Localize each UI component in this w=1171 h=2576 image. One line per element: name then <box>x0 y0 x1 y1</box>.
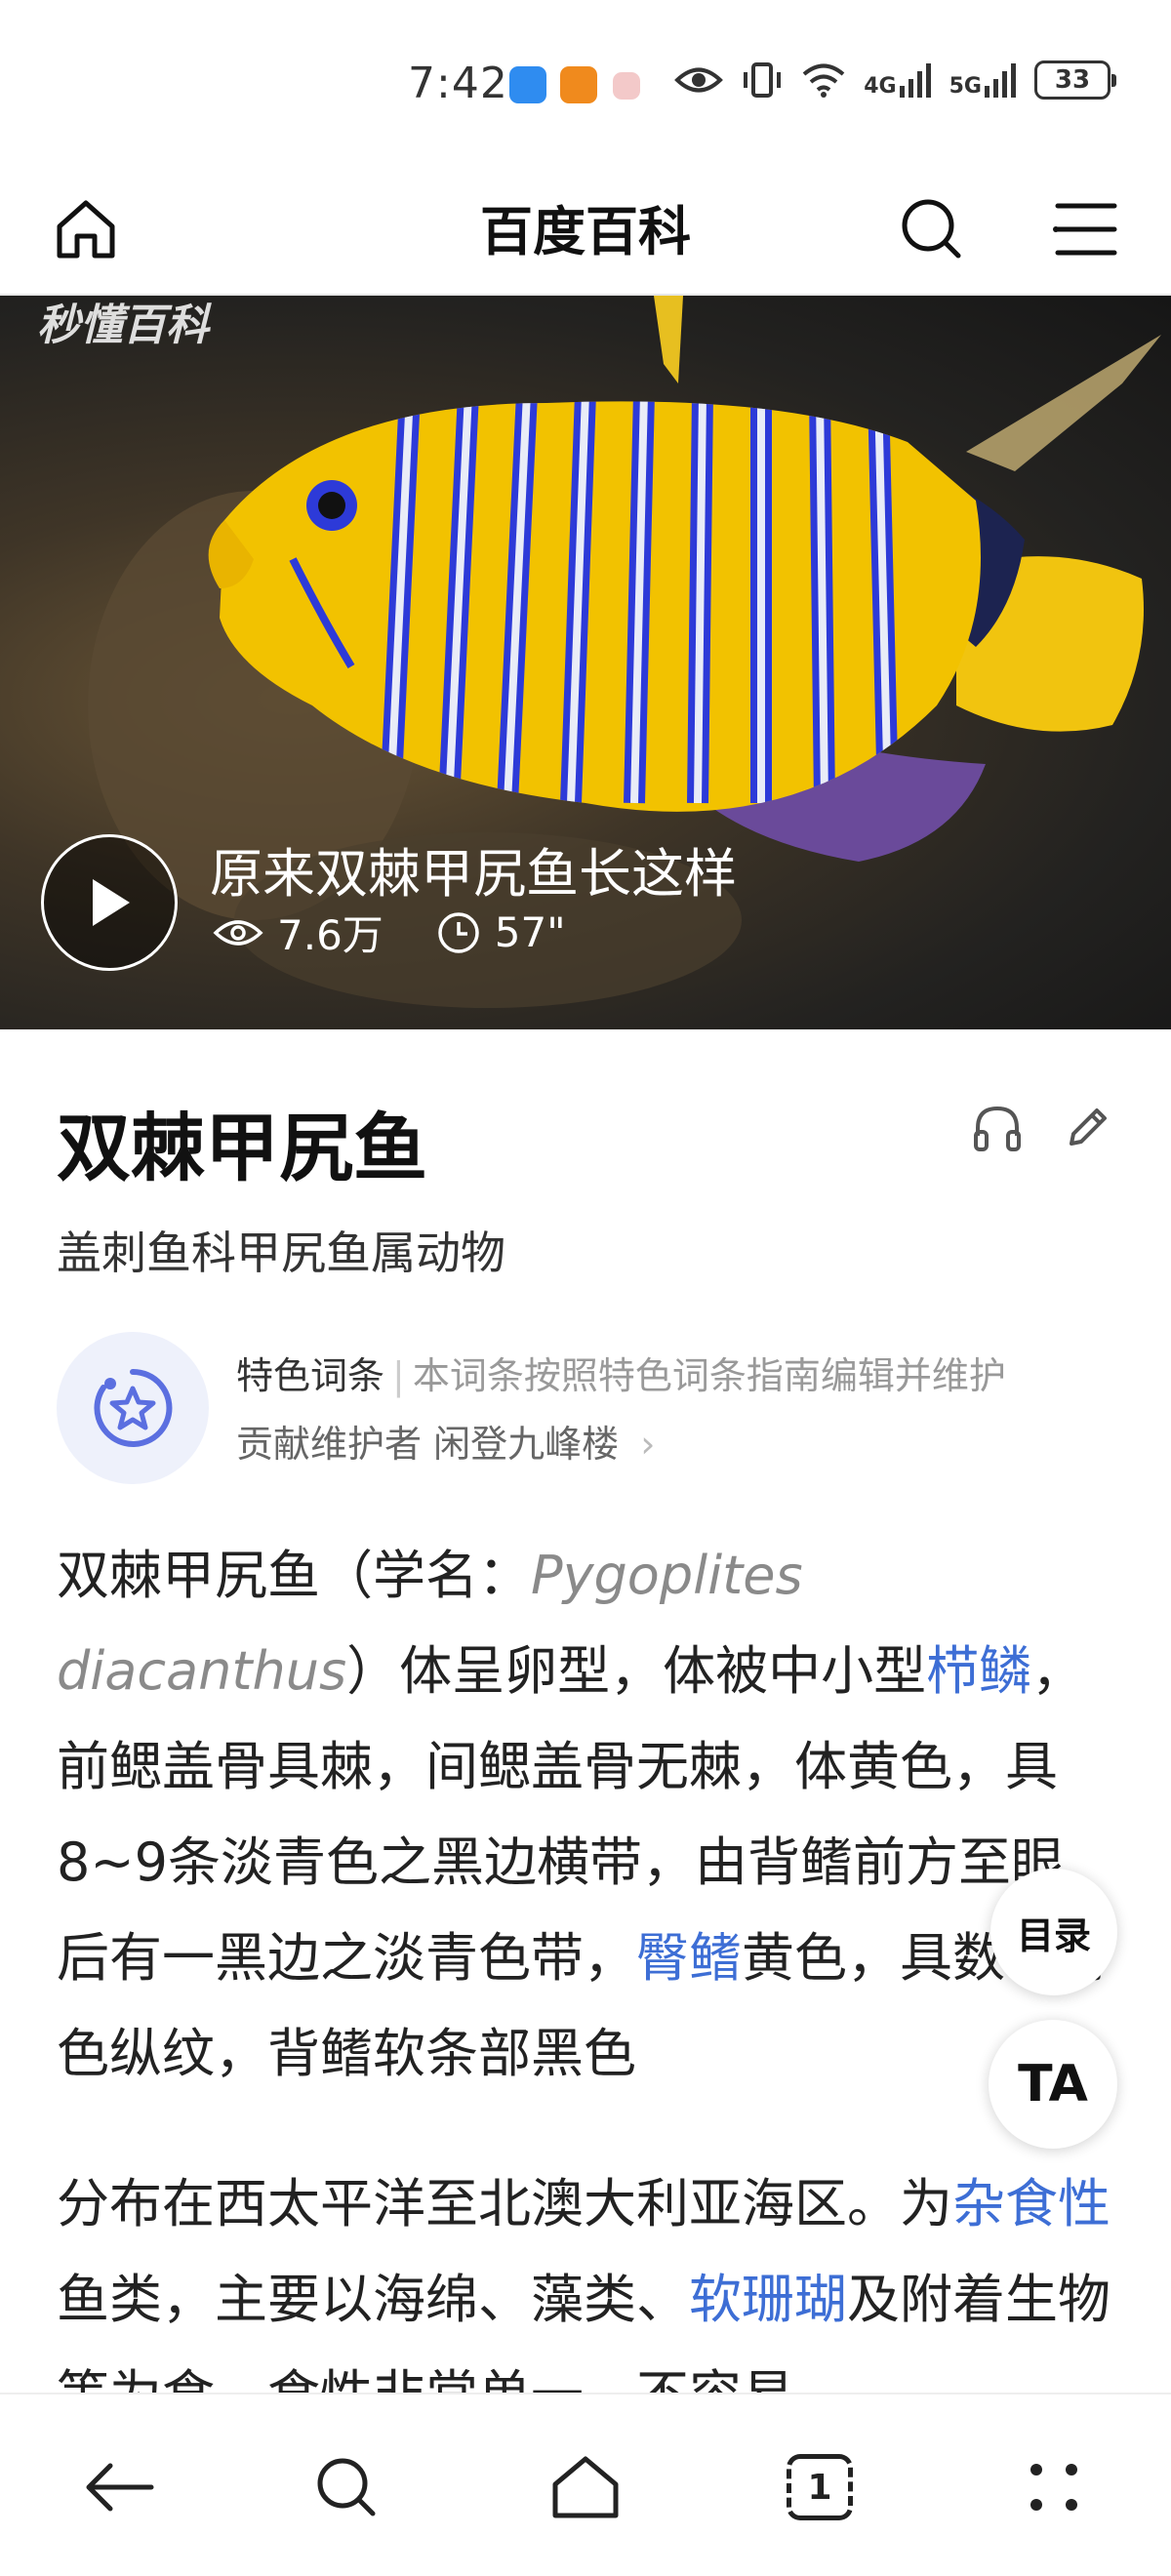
play-button[interactable] <box>41 834 178 971</box>
video-title: 原来双棘甲尻鱼长这样 <box>210 843 737 905</box>
toc-button[interactable]: 目录 <box>990 1869 1117 1995</box>
maintainer-name[interactable]: 闲登九峰楼 <box>433 1423 619 1466</box>
more-dots-icon <box>1030 2464 1077 2511</box>
paragraph-text: 鱼类，主要以海绵、藻类、 <box>57 2269 689 2330</box>
wifi-icon <box>802 63 845 98</box>
search-icon <box>902 199 961 259</box>
tabs-icon: 1 <box>787 2454 853 2520</box>
maintainer-prefix: 贡献维护者 <box>236 1423 423 1466</box>
status-right-group: 4G 5G 33 <box>674 60 1116 100</box>
star-badge-icon <box>94 1368 173 1447</box>
paragraph-text: 分布在西太平洋至北澳大利亚海区。为 <box>57 2173 952 2234</box>
views-eye-icon <box>213 919 263 946</box>
back-button[interactable] <box>64 2434 172 2541</box>
article-paragraph-1: 双棘甲尻鱼（学名：Pygoplites diacanthus）体呈卵型，体被中小… <box>57 1528 1110 2102</box>
link-omnivorous[interactable]: 杂食性 <box>952 2173 1110 2234</box>
network-label-4g: 4G <box>864 74 897 99</box>
weather-app-icon <box>509 66 546 103</box>
video-meta: 7.6万 57" <box>213 903 566 962</box>
link-ctenoid-scales[interactable]: 栉鳞 <box>926 1640 1031 1702</box>
featured-separator: | <box>392 1354 405 1397</box>
tabs-button[interactable]: 1 <box>766 2434 873 2541</box>
bottom-search-button[interactable] <box>293 2434 400 2541</box>
chevron-right-icon: › <box>640 1423 656 1466</box>
clock-icon <box>438 911 479 953</box>
edit-pencil-icon[interactable] <box>1062 1103 1112 1153</box>
search-icon <box>317 2458 376 2516</box>
featured-description: 本词条按照特色词条指南编辑并维护 <box>412 1354 1006 1397</box>
status-bar: 7:42 4G 5G 33 <box>0 0 1171 161</box>
view-count: 7.6万 <box>277 911 384 959</box>
battery-level: 33 <box>1054 65 1091 95</box>
status-time: 7:42 <box>408 59 508 108</box>
fish-illustration <box>88 296 1161 1008</box>
network-label-5g: 5G <box>949 74 982 99</box>
video-watermark: 秒懂百科 <box>37 301 209 350</box>
featured-label: 特色词条 <box>236 1354 385 1397</box>
play-icon <box>93 879 130 926</box>
headphones-icon[interactable] <box>972 1103 1023 1153</box>
signal-4g-icon: 4G <box>864 62 931 98</box>
maintainer-line[interactable]: 贡献维护者 闲登九峰楼 › <box>236 1414 655 1468</box>
article-title: 双棘甲尻鱼 <box>57 1105 427 1191</box>
article-subtitle: 盖刺鱼科甲尻鱼属动物 <box>57 1227 505 1279</box>
battery-icon: 33 <box>1034 60 1116 100</box>
tabs-count: 1 <box>807 2467 832 2508</box>
top-nav-bar: 百度百科 <box>0 161 1171 296</box>
video-duration: 57" <box>494 908 566 956</box>
paragraph-text: ）体呈卵型，体被中小型 <box>346 1640 927 1702</box>
signal-5g-icon: 5G <box>949 62 1017 98</box>
more-button[interactable] <box>1000 2434 1108 2541</box>
page-title: 百度百科 <box>480 201 691 262</box>
back-arrow-icon <box>86 2463 154 2512</box>
link-anal-fin[interactable]: 臀鳍 <box>636 1927 742 1989</box>
eye-comfort-icon <box>674 67 724 93</box>
vibrate-icon <box>744 62 782 98</box>
search-button[interactable] <box>883 181 981 278</box>
bottom-nav-bar: 1 <box>0 2393 1171 2576</box>
menu-button[interactable] <box>1037 181 1135 278</box>
bottom-home-button[interactable] <box>532 2434 639 2541</box>
featured-badge <box>57 1332 209 1484</box>
featured-line: 特色词条 | 本词条按照特色词条指南编辑并维护 <box>236 1346 1006 1399</box>
ta-button[interactable]: TA <box>989 2020 1117 2149</box>
notification-app-icon <box>613 72 640 100</box>
home-icon <box>552 2456 619 2518</box>
featured-entry-box[interactable]: 特色词条 | 本词条按照特色词条指南编辑并维护 贡献维护者 闲登九峰楼 › <box>57 1332 1130 1488</box>
video-player[interactable]: 秒懂百科 原来双棘甲尻鱼长这样 7.6万 57" <box>0 296 1171 1029</box>
article-actions <box>972 1103 1112 1153</box>
link-soft-coral[interactable]: 软珊瑚 <box>689 2269 847 2330</box>
paragraph-text: 双棘甲尻鱼（学名： <box>57 1545 531 1606</box>
menu-icon <box>1053 203 1117 256</box>
shopping-app-icon <box>560 66 597 103</box>
